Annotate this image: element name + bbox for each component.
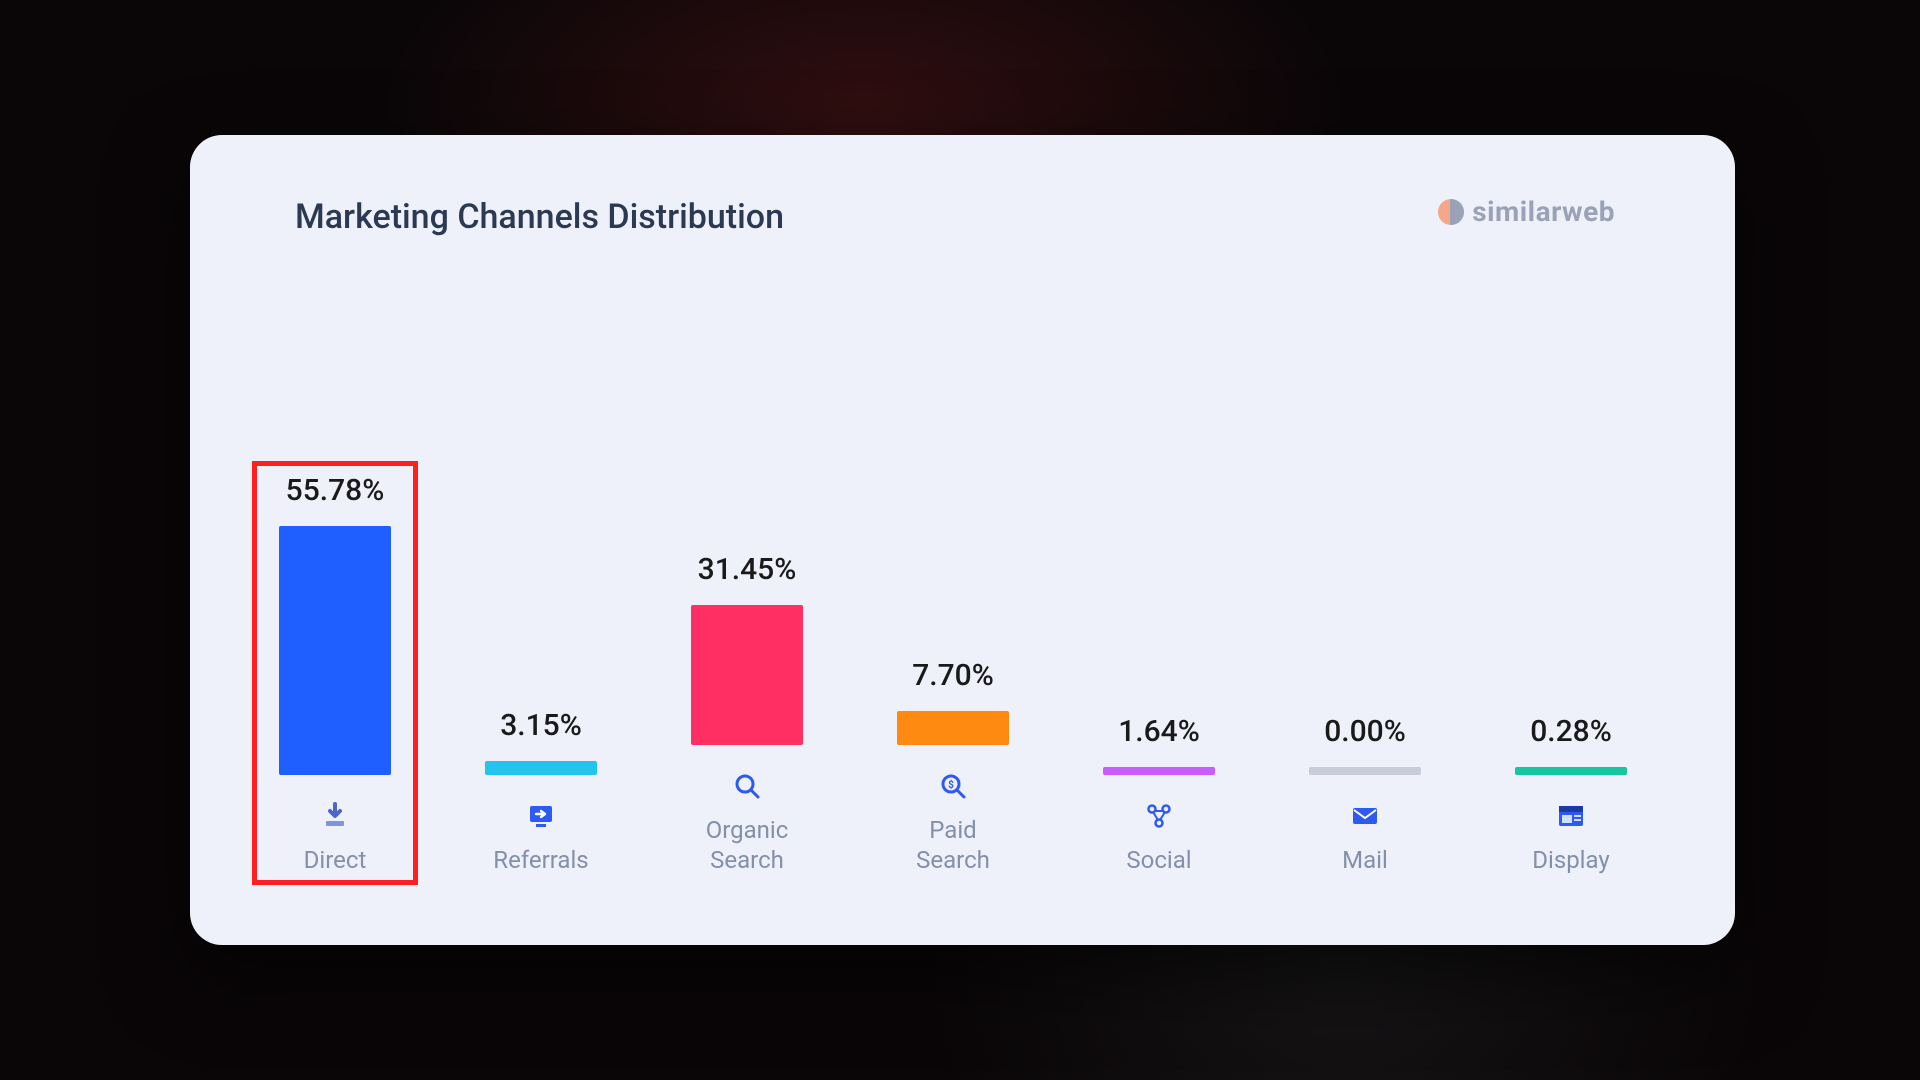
category-label: Referrals <box>493 845 588 875</box>
category-label: Mail <box>1342 845 1388 875</box>
organic-search-icon <box>732 769 762 803</box>
chart-column-display: 0.28% Display <box>1506 714 1636 875</box>
brand-text: similarweb <box>1472 195 1615 228</box>
value-label: 55.78% <box>286 473 385 508</box>
category-label: Paid Search <box>916 815 990 875</box>
bar <box>1103 767 1215 775</box>
value-label: 0.00% <box>1324 714 1406 749</box>
referrals-icon <box>526 799 556 833</box>
paid-search-icon <box>938 769 968 803</box>
category-label: Direct <box>304 845 367 875</box>
value-label: 0.28% <box>1530 714 1612 749</box>
chart-column-social: 1.64% Social <box>1094 714 1224 875</box>
chart-column-mail: 0.00% Mail <box>1300 714 1430 875</box>
direct-icon <box>320 799 350 833</box>
bar-chart: 55.78% Direct 3.15% Referrals 31.45% Organic … <box>270 425 1655 875</box>
bar <box>1515 767 1627 775</box>
chart-column-referrals: 3.15% Referrals <box>476 708 606 875</box>
category-label: Display <box>1532 845 1610 875</box>
value-label: 31.45% <box>698 552 797 587</box>
social-icon <box>1144 799 1174 833</box>
similarweb-icon <box>1438 199 1464 225</box>
bar <box>279 526 391 775</box>
brand-logo: similarweb <box>1438 195 1615 228</box>
value-label: 3.15% <box>500 708 582 743</box>
value-label: 1.64% <box>1118 714 1200 749</box>
bar <box>691 605 803 745</box>
value-label: 7.70% <box>912 658 994 693</box>
display-icon <box>1556 799 1586 833</box>
chart-column-organic-search: 31.45% Organic Search <box>682 552 812 875</box>
bar <box>485 761 597 775</box>
bar <box>897 711 1009 745</box>
chart-card: Marketing Channels Distribution similarw… <box>190 135 1735 945</box>
chart-column-paid-search: 7.70% Paid Search <box>888 658 1018 875</box>
category-label: Organic Search <box>706 815 789 875</box>
chart-title: Marketing Channels Distribution <box>295 197 784 237</box>
bar <box>1309 767 1421 775</box>
category-label: Social <box>1126 845 1191 875</box>
mail-icon <box>1350 799 1380 833</box>
chart-column-direct: 55.78% Direct <box>270 473 400 875</box>
